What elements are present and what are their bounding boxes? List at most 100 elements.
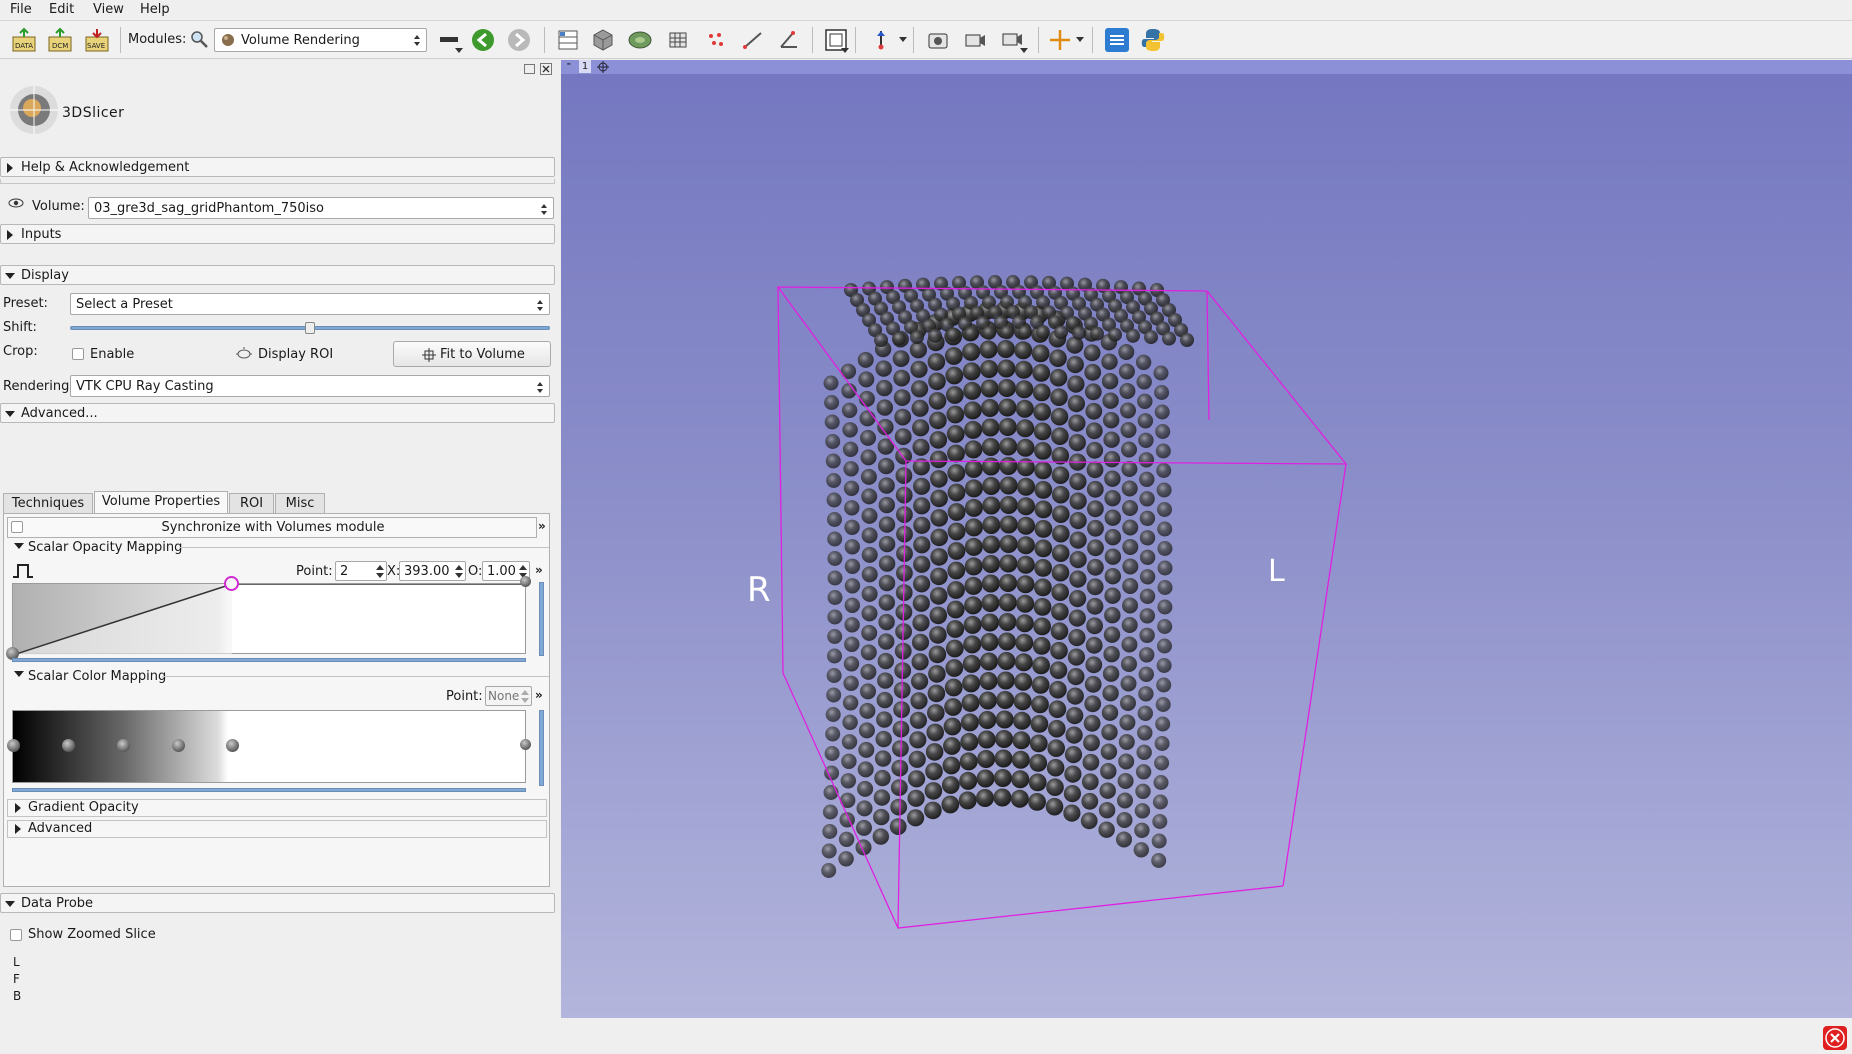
- color-horizontal-range[interactable]: [12, 788, 526, 792]
- shift-slider-handle[interactable]: [305, 322, 315, 334]
- opacity-x-spinbox[interactable]: 393.00: [399, 561, 466, 581]
- chevron-down-icon[interactable]: [899, 37, 907, 42]
- opacity-control-point-selected[interactable]: [224, 576, 239, 591]
- color-control-point[interactable]: [117, 739, 130, 752]
- phantom-sphere: [1016, 555, 1035, 574]
- tab-roi[interactable]: ROI: [229, 493, 274, 513]
- chevron-down-icon[interactable]: [841, 48, 849, 53]
- phantom-sphere: [1156, 482, 1172, 498]
- menu-view[interactable]: View: [93, 2, 124, 17]
- scene-view-button[interactable]: [962, 27, 988, 53]
- display-roi-toggle[interactable]: [236, 347, 252, 361]
- color-point-input[interactable]: [488, 688, 520, 704]
- shift-slider[interactable]: [70, 322, 550, 334]
- tab-misc[interactable]: Misc: [275, 493, 325, 513]
- color-transfer-function[interactable]: [12, 710, 526, 783]
- opacity-point-spinbox[interactable]: 2: [335, 561, 387, 581]
- module-search-button[interactable]: [188, 28, 210, 50]
- phantom-sphere: [1156, 463, 1172, 478]
- extension-manager-button[interactable]: [1104, 27, 1130, 53]
- color-control-point[interactable]: [7, 739, 20, 752]
- color-control-point[interactable]: [520, 739, 531, 750]
- menu-file[interactable]: File: [10, 2, 32, 17]
- rendering-selector[interactable]: VTK CPU Ray Casting: [70, 375, 550, 397]
- 3d-view[interactable]: R L: [561, 60, 1852, 1018]
- phantom-sphere: [947, 483, 966, 502]
- phantom-sphere: [1051, 466, 1070, 485]
- mouse-mode-button[interactable]: [868, 27, 894, 53]
- opacity-control-point[interactable]: [520, 576, 531, 587]
- phantom-sphere: [1102, 392, 1119, 409]
- view-number-label: 1: [579, 60, 591, 73]
- tab-techniques[interactable]: Techniques: [3, 493, 93, 513]
- phantom-sphere: [928, 665, 946, 683]
- preset-selector[interactable]: Select a Preset: [70, 293, 550, 315]
- gradient-opacity-header[interactable]: Gradient Opacity: [7, 799, 547, 817]
- color-control-point[interactable]: [62, 739, 75, 752]
- color-control-point[interactable]: [172, 739, 185, 752]
- inputs-section-header[interactable]: Inputs: [0, 224, 555, 244]
- phantom-sphere: [963, 615, 982, 634]
- undock-icon[interactable]: [524, 64, 535, 74]
- opacity-transfer-function[interactable]: [12, 583, 527, 655]
- volume-selector[interactable]: 03_gre3d_sag_gridPhantom_750iso: [88, 197, 554, 219]
- close-panel-button[interactable]: [540, 63, 552, 75]
- fiducial-button[interactable]: [703, 27, 729, 53]
- data-probe-header[interactable]: Data Probe: [0, 893, 555, 913]
- grid-button[interactable]: [665, 27, 691, 53]
- phantom-sphere: [860, 468, 877, 485]
- fit-to-volume-button[interactable]: Fit to Volume: [393, 341, 551, 367]
- more-options-icon[interactable]: »: [535, 563, 543, 577]
- phantom-sphere: [1121, 656, 1137, 672]
- volume-properties-panel: Synchronize with Volumes module » Scalar…: [3, 513, 550, 887]
- display-section-header[interactable]: Display: [0, 265, 555, 285]
- chevron-down-icon[interactable]: [1020, 48, 1028, 53]
- error-log-button[interactable]: [1823, 1026, 1847, 1050]
- layout-button[interactable]: [555, 27, 581, 53]
- menu-edit[interactable]: Edit: [49, 2, 74, 17]
- screenshot-button[interactable]: [925, 27, 951, 53]
- more-options-icon[interactable]: »: [535, 688, 543, 702]
- crop-enable-checkbox[interactable]: [72, 348, 84, 360]
- line-button[interactable]: [740, 27, 766, 53]
- help-section-header[interactable]: Help & Acknowledgement: [0, 157, 555, 177]
- advanced-sub-header[interactable]: Advanced: [7, 820, 547, 838]
- step-function-icon[interactable]: [12, 563, 34, 579]
- menu-help[interactable]: Help: [140, 2, 170, 17]
- volume-render-scene[interactable]: [561, 60, 1852, 1018]
- phantom-sphere: [999, 437, 1018, 456]
- color-vertical-range[interactable]: [539, 710, 544, 786]
- phantom-sphere: [878, 633, 895, 650]
- tab-volume-properties[interactable]: Volume Properties: [94, 491, 228, 513]
- color-point-spinbox[interactable]: [485, 686, 532, 706]
- pin-icon[interactable]: ⁃: [566, 58, 572, 71]
- brain-button[interactable]: [627, 27, 653, 53]
- crosshair-button[interactable]: [1047, 27, 1073, 53]
- phantom-sphere: [857, 780, 874, 797]
- color-control-point[interactable]: [226, 739, 239, 752]
- phantom-sphere: [930, 528, 948, 547]
- svg-text:DCM: DCM: [52, 42, 68, 50]
- more-options-icon[interactable]: »: [538, 519, 546, 533]
- phantom-sphere: [997, 632, 1016, 651]
- advanced-section-header[interactable]: Advanced...: [0, 403, 555, 423]
- module-selector[interactable]: Volume Rendering: [214, 28, 427, 52]
- opacity-vertical-range[interactable]: [539, 582, 544, 656]
- visibility-eye-icon[interactable]: [8, 197, 24, 209]
- cube-button[interactable]: [590, 27, 616, 53]
- show-zoomed-slice-checkbox[interactable]: [10, 929, 22, 941]
- chevron-down-icon[interactable]: [455, 48, 463, 53]
- chevron-down-icon[interactable]: [1076, 37, 1084, 42]
- view-options-icon[interactable]: [597, 61, 609, 73]
- load-data-button[interactable]: DATA: [11, 27, 37, 53]
- phantom-sphere: [841, 402, 858, 418]
- back-button[interactable]: [470, 27, 496, 53]
- phantom-sphere: [861, 527, 878, 544]
- sync-volumes-button[interactable]: Synchronize with Volumes module: [7, 517, 537, 538]
- angle-button[interactable]: [776, 27, 802, 53]
- dicom-button[interactable]: DCM: [47, 27, 73, 53]
- save-button[interactable]: SAVE: [84, 27, 110, 53]
- forward-button[interactable]: [506, 27, 532, 53]
- opacity-horizontal-range[interactable]: [12, 658, 526, 662]
- python-console-button[interactable]: [1140, 27, 1166, 53]
